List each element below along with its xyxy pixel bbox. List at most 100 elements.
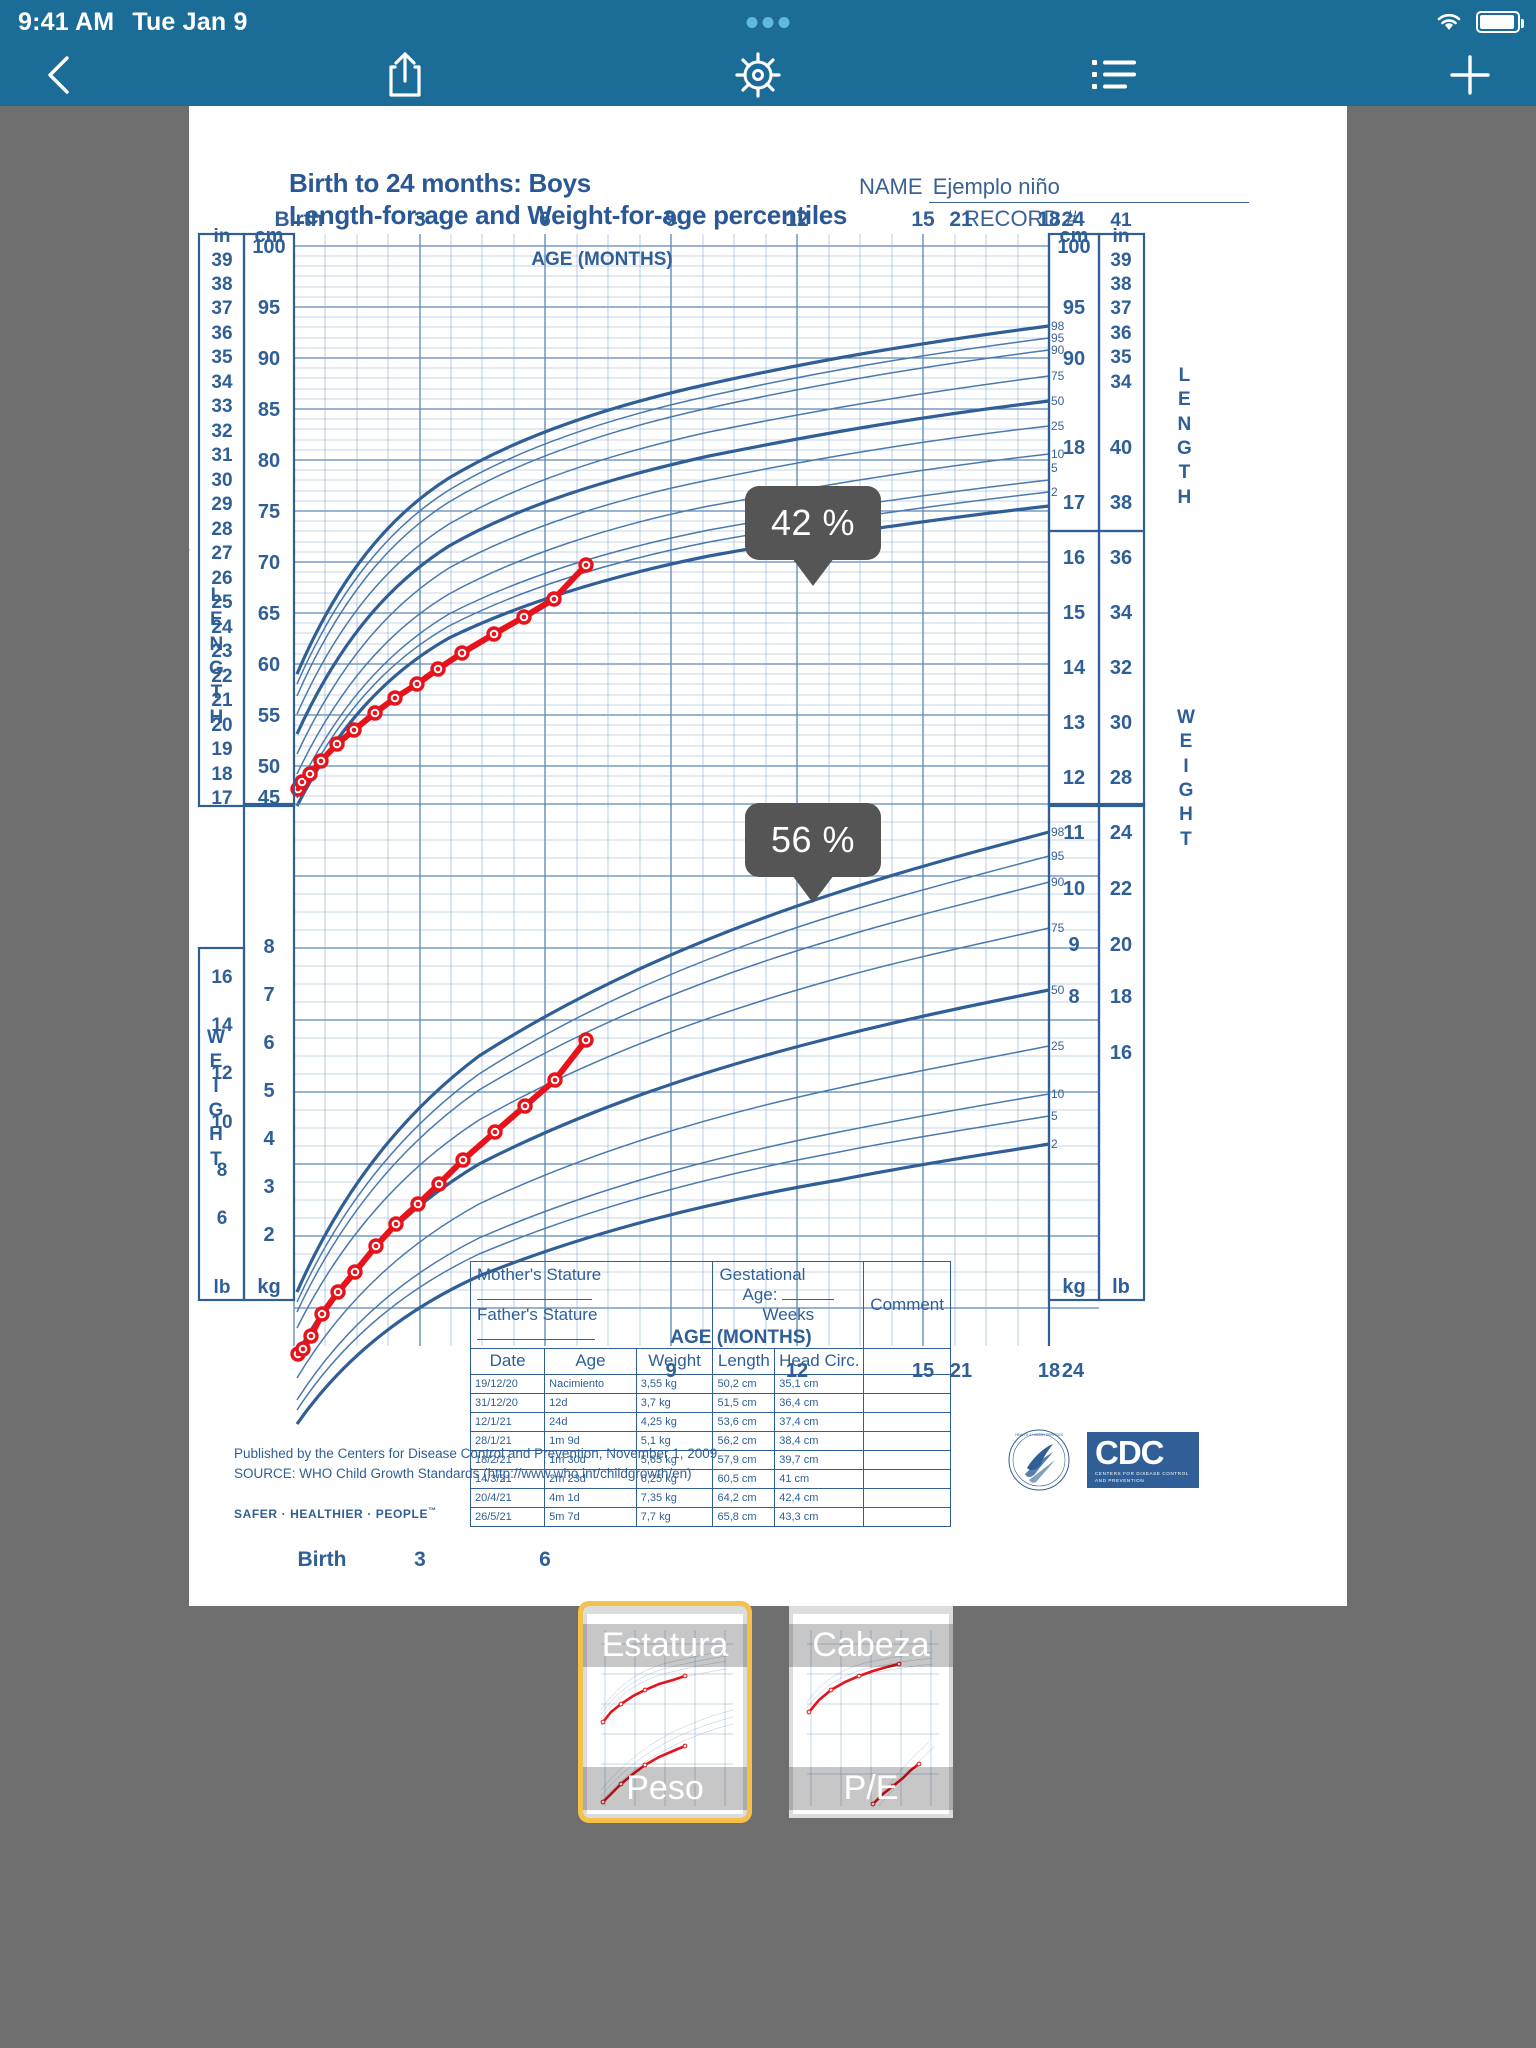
length-percentile-tooltip[interactable]: 42 % [745, 486, 882, 560]
cell-length[interactable]: 57,9 cm [712, 1450, 776, 1470]
svg-text:12: 12 [1063, 767, 1085, 789]
cell-weight[interactable]: 7,7 kg [635, 1507, 714, 1527]
svg-text:13: 13 [1063, 712, 1085, 734]
svg-text:60: 60 [258, 654, 280, 676]
list-button[interactable] [1090, 55, 1138, 95]
length-axis-word-right: LENGTH [1177, 365, 1192, 508]
gestational-age-input[interactable] [782, 1287, 835, 1300]
svg-text:6: 6 [263, 1032, 274, 1054]
svg-text:50: 50 [1051, 983, 1065, 997]
weight-axis-word-right: WEIGHT [1177, 707, 1195, 850]
table-row[interactable]: 31/12/20 12d 3,7 kg 51,5 cm 36,4 cm [469, 1393, 951, 1413]
cell-comment[interactable] [863, 1469, 951, 1489]
svg-text:15: 15 [1063, 602, 1085, 624]
status-bar-right [1434, 10, 1524, 34]
measurements-table[interactable]: Mother's Stature Father's Stature Gestat… [469, 1261, 951, 1527]
growth-chart-sheet[interactable]: Birth to 24 months: Boys Length-for-age … [189, 106, 1347, 1606]
thumbnail-bottom-label: P/E [789, 1767, 953, 1810]
cell-comment[interactable] [863, 1488, 951, 1508]
table-row[interactable]: 26/5/21 5m 7d 7,7 kg 65,8 cm 43,3 cm [469, 1507, 951, 1527]
cell-date[interactable]: 12/1/21 [469, 1412, 546, 1432]
svg-text:30: 30 [211, 470, 232, 491]
svg-text:kg: kg [257, 1276, 280, 1298]
table-row[interactable]: 19/12/20 Nacimiento 3,55 kg 50,2 cm 35,1… [469, 1374, 951, 1394]
length-axis-in-right: in 393837 363534 [1110, 226, 1132, 393]
svg-text:AGE (MONTHS): AGE (MONTHS) [531, 249, 672, 270]
svg-text:27: 27 [211, 543, 232, 564]
header-head-circ: Head Circ. [774, 1348, 865, 1375]
cell-weight[interactable]: 3,55 kg [635, 1374, 714, 1394]
add-button[interactable] [1446, 51, 1494, 99]
cell-comment[interactable] [863, 1450, 951, 1470]
cell-comment[interactable] [863, 1431, 951, 1451]
cell-age[interactable]: 24d [544, 1412, 637, 1432]
cell-comment[interactable] [863, 1412, 951, 1432]
svg-text:9: 9 [1068, 934, 1079, 956]
length-x-axis-ticks-right: 21 24 [949, 208, 1085, 231]
svg-text:10: 10 [1063, 878, 1085, 900]
cell-date[interactable]: 19/12/20 [469, 1374, 546, 1394]
cell-comment[interactable] [863, 1507, 951, 1527]
cell-age[interactable]: Nacimiento [544, 1374, 637, 1394]
svg-text:6: 6 [539, 1548, 551, 1571]
weight-axis-kg-left: 8 7 6 5 4 3 2 kg [257, 936, 280, 1298]
cell-head-circ[interactable]: 43,3 cm [774, 1507, 865, 1527]
cell-weight[interactable]: 3,7 kg [635, 1393, 714, 1413]
cell-length[interactable]: 56,2 cm [712, 1431, 776, 1451]
cell-age[interactable]: 5m 7d [544, 1507, 637, 1527]
cell-comment[interactable] [863, 1393, 951, 1413]
cell-head-circ[interactable]: 42,4 cm [774, 1488, 865, 1508]
svg-text:24: 24 [1110, 822, 1133, 844]
svg-text:32: 32 [211, 421, 232, 442]
mother-stature-input[interactable] [477, 1287, 592, 1300]
gestational-cell[interactable]: Gestational Age: Weeks [712, 1261, 865, 1349]
cell-head-circ[interactable]: 38,4 cm [774, 1431, 865, 1451]
cell-length[interactable]: 65,8 cm [712, 1507, 776, 1527]
share-button[interactable] [384, 50, 426, 100]
cell-date[interactable]: 20/4/21 [469, 1488, 546, 1508]
cell-head-circ[interactable]: 41 cm [774, 1469, 865, 1489]
cell-head-circ[interactable]: 39,7 cm [774, 1450, 865, 1470]
back-button[interactable] [42, 52, 76, 98]
cell-head-circ[interactable]: 37,4 cm [774, 1412, 865, 1432]
cell-length[interactable]: 51,5 cm [712, 1393, 776, 1413]
svg-text:38: 38 [1110, 274, 1131, 295]
table-row[interactable]: 12/1/21 24d 4,25 kg 53,6 cm 37,4 cm [469, 1412, 951, 1432]
cell-length[interactable]: 53,6 cm [712, 1412, 776, 1432]
cell-comment[interactable] [863, 1374, 951, 1394]
cell-head-circ[interactable]: 36,4 cm [774, 1393, 865, 1413]
cell-date[interactable]: 31/12/20 [469, 1393, 546, 1413]
thumbnail-cabeza-pe[interactable]: Cabeza P/E [789, 1606, 953, 1818]
agency-logos: HEALTH & HUMAN SERVICES CDC CENTERS FOR … [1007, 1428, 1199, 1492]
cell-age[interactable]: 12d [544, 1393, 637, 1413]
cell-head-circ[interactable]: 35,1 cm [774, 1374, 865, 1394]
svg-text:5: 5 [263, 1080, 274, 1102]
settings-button[interactable] [734, 51, 782, 99]
svg-text:14: 14 [1063, 657, 1086, 679]
cell-age[interactable]: 4m 1d [544, 1488, 637, 1508]
svg-text:45: 45 [258, 787, 280, 809]
svg-text:8: 8 [1068, 986, 1079, 1008]
content-stage: Birth to 24 months: Boys Length-for-age … [0, 106, 1536, 2048]
cell-weight[interactable]: 7,35 kg [635, 1488, 714, 1508]
svg-text:18: 18 [211, 764, 232, 785]
svg-text:28: 28 [211, 519, 232, 540]
chevron-left-icon [48, 56, 69, 94]
cell-weight[interactable]: 4,25 kg [635, 1412, 714, 1432]
svg-text:30: 30 [1110, 712, 1132, 734]
cell-length[interactable]: 60,5 cm [712, 1469, 776, 1489]
cell-length[interactable]: 64,2 cm [712, 1488, 776, 1508]
table-row[interactable]: 20/4/21 4m 1d 7,35 kg 64,2 cm 42,4 cm [469, 1488, 951, 1508]
parent-stature-cell[interactable]: Mother's Stature Father's Stature [469, 1261, 714, 1349]
svg-text:65: 65 [258, 603, 280, 625]
table-stature-row: Mother's Stature Father's Stature Gestat… [469, 1261, 951, 1349]
father-stature-input[interactable] [477, 1327, 595, 1340]
cell-length[interactable]: 50,2 cm [712, 1374, 776, 1394]
svg-text:Birth: Birth [298, 1548, 347, 1571]
weight-percentile-tooltip[interactable]: 56 % [745, 803, 882, 877]
svg-text:37: 37 [211, 298, 232, 319]
thumbnail-estatura-peso[interactable]: Estatura Peso [578, 1601, 752, 1823]
cell-date[interactable]: 26/5/21 [469, 1507, 546, 1527]
safer-tagline-text: SAFER · HEALTHIER · PEOPLE [234, 1507, 429, 1521]
svg-text:21: 21 [950, 1360, 972, 1382]
